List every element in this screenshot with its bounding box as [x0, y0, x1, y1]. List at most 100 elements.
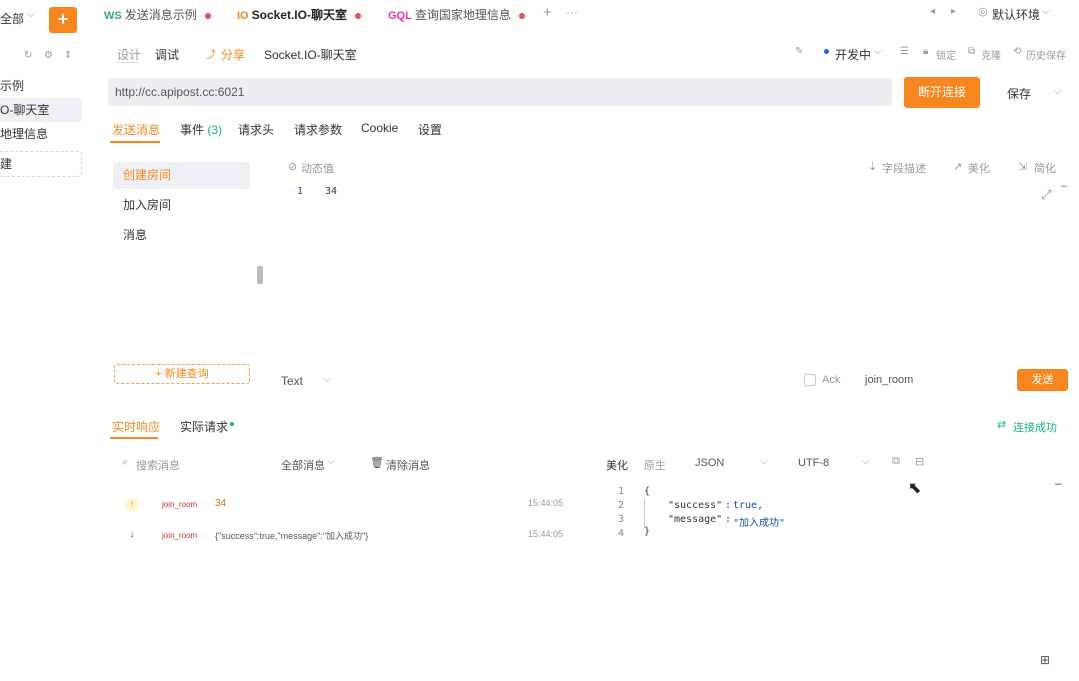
connection-status: 连接成功 [1013, 422, 1057, 434]
ack-label: Ack [822, 374, 841, 386]
sidebar-item-geo[interactable]: 地理信息 [0, 122, 82, 146]
environment-icon: ◎ [978, 6, 988, 18]
arrow-up-icon: ↑ [125, 498, 139, 512]
api-name[interactable]: Socket.IO-聊天室 [264, 46, 357, 63]
tab-headers[interactable]: 请求头 [238, 121, 274, 138]
copy-icon[interactable]: ⧉ [892, 455, 900, 468]
sidebar-filter-label[interactable]: 全部 [0, 10, 24, 27]
settings-icon[interactable]: ⚙ [44, 50, 53, 61]
more-icon[interactable]: ··· [566, 5, 578, 19]
line-number: 4 [617, 528, 624, 539]
tab-ws[interactable]: WS 发送消息示例 [104, 6, 211, 24]
connected-icon: ⇄ [997, 419, 1007, 431]
tab-ws-title: 发送消息示例 [124, 8, 197, 22]
history-save-button[interactable]: 历史保存 [1026, 47, 1066, 62]
tab-params[interactable]: 请求参数 [294, 121, 342, 138]
chevron-down-icon[interactable]: ⌵ [874, 46, 882, 57]
dynamic-value-button[interactable]: 动态值 [301, 160, 334, 176]
tab-settings[interactable]: 设置 [418, 121, 442, 138]
raw-toggle[interactable]: 原生 [644, 457, 666, 473]
json-colon: : [725, 514, 732, 525]
unsaved-dot-icon [354, 12, 361, 19]
clear-messages-button[interactable]: 清除消息 [386, 457, 430, 473]
beautify-toggle[interactable]: 美化 [606, 457, 628, 473]
tab-debug[interactable]: 调试 [155, 46, 179, 63]
event-name-input[interactable]: join_room [865, 374, 913, 386]
chevron-down-icon[interactable]: ⌵ [27, 9, 35, 20]
url-input[interactable]: http://cc.apipost.cc:6021 [108, 78, 892, 106]
beautify-icon: ↗ [953, 161, 963, 173]
chevron-down-icon[interactable]: ⌵ [760, 456, 768, 467]
field-desc-button[interactable]: 字段描述 [882, 160, 926, 176]
send-button[interactable]: 发送 [1017, 369, 1068, 391]
tab-cookie[interactable]: Cookie [361, 121, 398, 135]
request-status-dot-icon [230, 422, 234, 426]
message-item-message[interactable]: 消息 [113, 222, 250, 249]
expand-icon[interactable]: ⇕ [64, 50, 72, 61]
chevron-down-icon[interactable]: ⌵ [327, 456, 335, 467]
response-tab-underline [110, 437, 158, 439]
gql-protocol-badge: GQL [388, 10, 412, 22]
new-group-label: 建 [0, 157, 13, 171]
beautify-button[interactable]: 美化 [968, 160, 990, 176]
chevron-left-icon[interactable]: ◂ [930, 6, 935, 17]
search-messages-input[interactable]: 搜索消息 [136, 457, 180, 473]
json-key: "message" [668, 514, 723, 525]
message-content: {"success":true,"message":"加入成功"} [215, 531, 369, 541]
chevron-down-icon[interactable]: ⌵ [1054, 86, 1062, 97]
unsaved-dot-icon [204, 12, 211, 19]
plus-icon[interactable]: + [543, 4, 552, 21]
minimize-icon[interactable]: – [1061, 180, 1067, 192]
layout-icon[interactable]: ⊞ [1040, 653, 1050, 667]
minimize-icon[interactable]: – [1055, 478, 1061, 490]
sidebar-item-chatroom[interactable]: O-聊天室 [0, 98, 82, 122]
save-button[interactable]: 保存 [1007, 85, 1031, 102]
chevron-down-icon[interactable]: ⌵ [862, 456, 870, 467]
environment-select[interactable]: 默认环境 [992, 6, 1040, 23]
tab-send-message[interactable]: 发送消息 [112, 121, 160, 138]
tab-actual-response[interactable]: 实时响应 [112, 418, 160, 435]
chevron-down-icon[interactable]: ⌵ [323, 374, 331, 385]
simplify-button[interactable]: 简化 [1034, 160, 1056, 176]
chevron-down-icon[interactable]: ⌵ [1042, 6, 1050, 17]
message-item-create-room[interactable]: 创建房间 [113, 162, 250, 189]
tab-actual-request[interactable]: 实际请求 [180, 418, 228, 435]
new-query-button[interactable]: + 新建查询 [114, 364, 250, 384]
panel-resize-handle[interactable] [257, 266, 263, 284]
share-button[interactable]: 分享 [221, 46, 245, 63]
editor-line-number: 1 [297, 186, 304, 197]
lock-button[interactable]: 锁定 [936, 47, 956, 62]
format-select[interactable]: JSON [695, 457, 724, 469]
clone-button[interactable]: 克隆 [981, 47, 1001, 62]
chevron-right-icon[interactable]: ▸ [951, 6, 956, 17]
doc-icon[interactable]: ☰ [900, 46, 909, 57]
message-item-join-room[interactable]: 加入房间 [113, 192, 250, 219]
refresh-icon[interactable]: ↻ [24, 50, 32, 61]
tab-socketio[interactable]: IO Socket.IO-聊天室 [237, 6, 361, 24]
history-icon: ⟲ [1013, 46, 1022, 57]
disconnect-button[interactable]: 断开连接 [904, 77, 980, 108]
ack-checkbox[interactable] [804, 374, 816, 386]
encoding-select[interactable]: UTF-8 [798, 457, 829, 469]
tab-events[interactable]: 事件 (3) [180, 121, 222, 138]
all-messages-select[interactable]: 全部消息 [281, 457, 325, 473]
json-viewer[interactable]: 1 { 2 "success" : true, 3 "message" : "加… [612, 486, 852, 542]
message-time: 15:44:05 [528, 529, 564, 539]
fullscreen-icon[interactable]: ⤢ [1041, 187, 1051, 203]
clone-icon: ⧉ [968, 46, 976, 57]
table-row[interactable]: ↓ join_room {"success":true,"message":"加… [110, 520, 580, 548]
edit-icon[interactable]: ✎ [795, 46, 803, 57]
json-value: "加入成功" [733, 518, 786, 529]
save-icon[interactable]: ⊟ [915, 455, 924, 468]
dynamic-value-icon: ⊘ [288, 161, 298, 173]
simplify-icon: ⇲ [1018, 161, 1028, 173]
tab-gql[interactable]: GQL 查询国家地理信息 [388, 6, 525, 24]
sidebar-item-example[interactable]: 示例 [0, 74, 82, 98]
table-row[interactable]: ↑ join_room 34 15:44:05 [110, 490, 580, 518]
tab-design[interactable]: 设计 [117, 46, 141, 63]
editor-content[interactable]: 34 [325, 186, 337, 197]
format-select[interactable]: Text [281, 374, 303, 388]
new-group-button[interactable]: 建 [0, 151, 82, 177]
status-select[interactable]: 开发中 [835, 46, 871, 63]
add-button[interactable]: + [49, 7, 77, 33]
